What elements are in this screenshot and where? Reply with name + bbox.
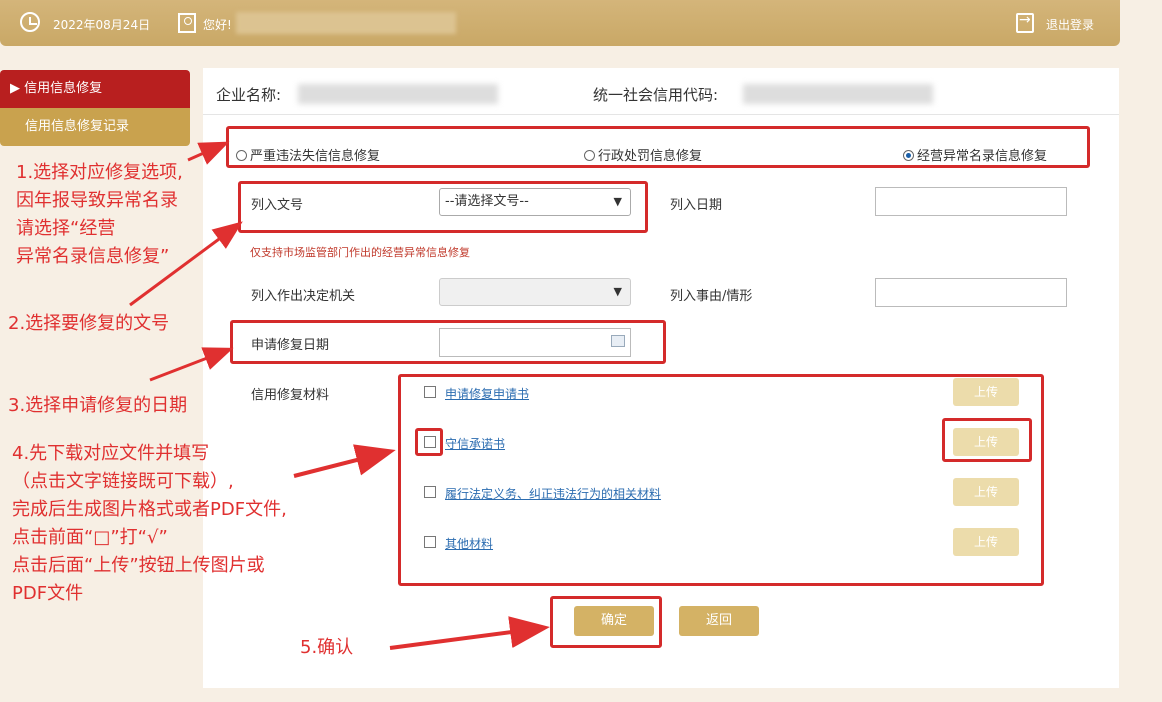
arrow-step5	[389, 616, 550, 650]
arrow-step2	[129, 221, 243, 307]
arrow-step1	[187, 141, 230, 165]
arrow-step3	[149, 347, 234, 382]
annotation-arrows	[129, 141, 550, 650]
arrow-step4	[293, 444, 396, 478]
